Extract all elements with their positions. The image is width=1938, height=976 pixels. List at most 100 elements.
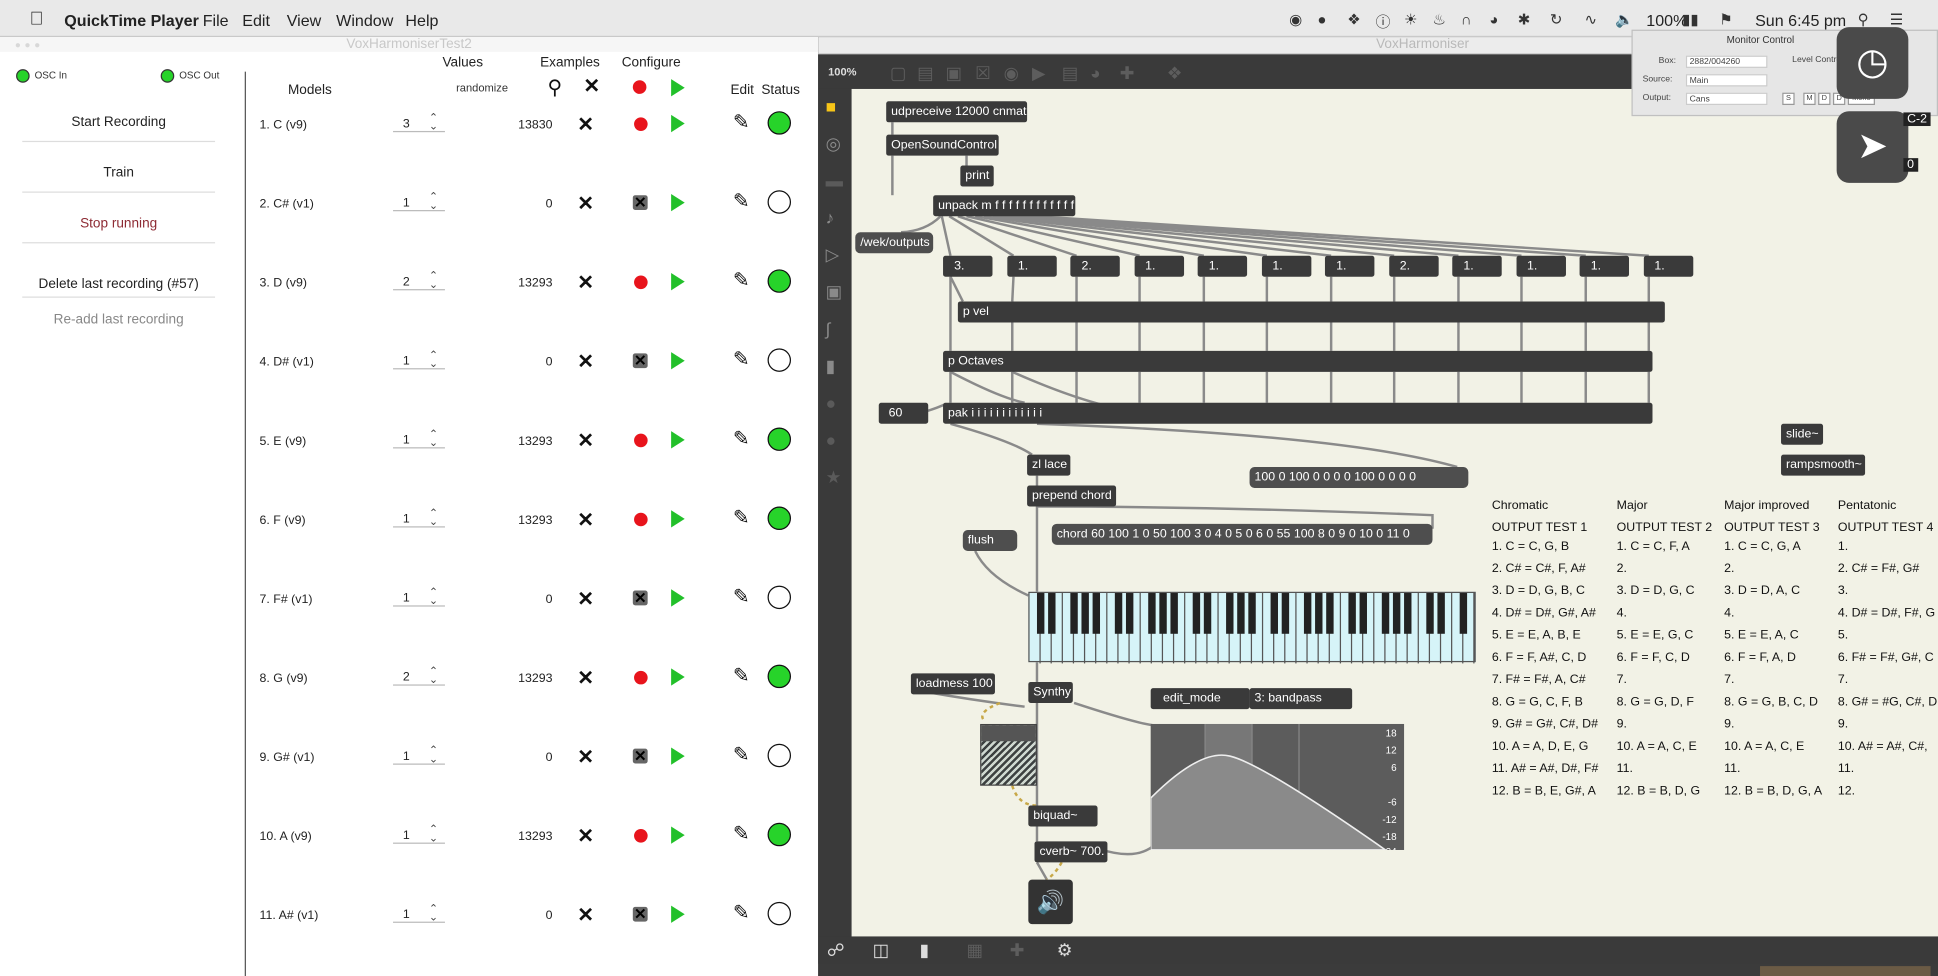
menu-file[interactable]: File — [203, 11, 229, 30]
run-model-icon[interactable] — [671, 668, 685, 686]
image-icon[interactable]: ▣ — [826, 282, 842, 303]
clock-widget-icon[interactable]: ◷ — [1836, 27, 1909, 99]
filter-graph[interactable]: 18 12 6 -6 -12 -18 -24 — [1150, 723, 1405, 850]
filter-type-menu[interactable]: 3: bandpass — [1249, 688, 1353, 710]
run-model-icon[interactable] — [671, 114, 685, 133]
speaker-icon[interactable]: 🔊 — [1028, 879, 1073, 925]
toggle-icon[interactable]: ☒ — [975, 63, 991, 84]
value-field[interactable]: 1 — [403, 750, 410, 764]
edit-pencil-icon[interactable]: ✎ — [733, 268, 750, 293]
edit-pencil-icon[interactable]: ✎ — [733, 347, 750, 372]
black-key[interactable] — [1459, 593, 1468, 634]
run-model-icon[interactable] — [671, 589, 685, 607]
run-model-icon[interactable] — [671, 510, 685, 528]
value-field[interactable]: 2 — [403, 671, 410, 685]
value-stepper[interactable]: 1 ⌃ ⌄ — [393, 586, 445, 607]
biquad-object[interactable]: biquad~ — [1028, 805, 1098, 827]
record-disabled-icon[interactable]: ✕ — [632, 195, 648, 211]
stepper-arrows-icon[interactable]: ⌃ ⌄ — [429, 744, 438, 764]
float-number-box[interactable]: 1. — [1452, 255, 1502, 277]
box-select[interactable]: 2882/004260 — [1685, 55, 1768, 68]
plug-icon[interactable]: ▮ — [826, 356, 836, 377]
record-disabled-icon[interactable]: ✕ — [632, 906, 648, 922]
float-number-box[interactable]: 2. — [1388, 255, 1439, 277]
value-field[interactable]: 1 — [403, 434, 410, 448]
lock-icon[interactable]: ☍ — [827, 940, 845, 961]
black-key[interactable] — [1125, 593, 1134, 634]
clock[interactable]: Sun 6:45 pm — [1755, 11, 1846, 30]
delete-examples-icon[interactable]: ✕ — [577, 271, 594, 296]
black-key[interactable] — [1070, 593, 1078, 634]
solo-button[interactable]: S — [1782, 92, 1795, 106]
edit-pencil-icon[interactable]: ✎ — [733, 110, 750, 135]
run-model-icon[interactable] — [671, 826, 685, 844]
value-field[interactable]: 3 — [403, 117, 410, 131]
stepper-arrows-icon[interactable]: ⌃ ⌄ — [429, 270, 438, 290]
edit-pencil-icon[interactable]: ✎ — [733, 505, 750, 530]
run-model-icon[interactable] — [671, 193, 685, 212]
pak-object[interactable]: pak i i i i i i i i i i i i — [943, 402, 1653, 424]
delete-examples-icon[interactable]: ✕ — [577, 745, 594, 770]
black-key[interactable] — [1281, 593, 1290, 634]
black-key[interactable] — [1170, 593, 1178, 634]
menu-view[interactable]: View — [287, 11, 322, 30]
black-key[interactable] — [1437, 593, 1445, 634]
time-machine-icon[interactable]: ↻ — [1550, 11, 1562, 28]
stepper-arrows-icon[interactable]: ⌃ ⌄ — [429, 507, 438, 527]
stepper-arrows-icon[interactable]: ⌃ ⌄ — [429, 586, 438, 606]
dial-icon[interactable]: ◕ — [1090, 63, 1100, 83]
value-stepper[interactable]: 2 ⌃ ⌄ — [393, 270, 445, 291]
stepper-arrows-icon[interactable]: ⌃ ⌄ — [429, 823, 438, 843]
float-number-box[interactable]: 3. — [943, 255, 993, 277]
info-status-icon[interactable]: ⓘ — [1376, 11, 1391, 32]
unpack-object[interactable]: unpack m f f f f f f f f f f f f — [933, 195, 1076, 217]
delete-last-recording-button[interactable]: Delete last recording (#57) — [22, 277, 215, 292]
panel-icon[interactable]: ▬ — [826, 170, 843, 190]
float-number-box[interactable]: 2. — [1070, 255, 1120, 277]
black-key[interactable] — [1326, 593, 1334, 634]
new-object-icon[interactable]: ▢ — [890, 63, 906, 84]
search-all-icon[interactable]: ⚲ — [548, 75, 562, 100]
value-stepper[interactable]: 3 ⌃ ⌄ — [393, 112, 445, 133]
dropbox-icon[interactable]: ❖ — [1347, 11, 1360, 28]
value-stepper[interactable]: 1 ⌃ ⌄ — [393, 349, 445, 370]
vst-icon[interactable]: ● — [826, 393, 836, 413]
record-enabled-icon[interactable] — [634, 670, 648, 685]
edit-pencil-icon[interactable]: ✎ — [733, 663, 750, 688]
tool-status-icon[interactable]: ◕ — [1489, 11, 1498, 28]
value-field[interactable]: 2 — [403, 276, 410, 290]
black-key[interactable] — [1048, 593, 1056, 634]
keyboard-slider[interactable] — [1028, 591, 1476, 664]
rampsmooth-object[interactable]: rampsmooth~ — [1781, 454, 1866, 476]
record-all-icon[interactable] — [632, 80, 647, 94]
stop-running-button[interactable]: Stop running — [22, 216, 215, 231]
play-object-icon[interactable]: ▶ — [1032, 63, 1045, 84]
value-field[interactable]: 1 — [403, 355, 410, 369]
cube-icon[interactable]: ■ — [826, 96, 836, 116]
value-stepper[interactable]: 1 ⌃ ⌄ — [393, 744, 445, 765]
comment-bubble-icon[interactable]: ▮ — [920, 940, 930, 961]
value-field[interactable]: 1 — [403, 196, 410, 210]
slider-icon[interactable]: ▤ — [1062, 63, 1078, 84]
black-key[interactable] — [1404, 593, 1412, 634]
source-select[interactable]: Main — [1685, 74, 1768, 87]
black-key[interactable] — [1248, 593, 1256, 634]
value-stepper[interactable]: 1 ⌃ ⌄ — [393, 902, 445, 923]
button-icon[interactable]: ◉ — [1004, 63, 1019, 84]
value-field[interactable]: 1 — [403, 829, 410, 843]
edit-pencil-icon[interactable]: ✎ — [733, 822, 750, 847]
black-key[interactable] — [1192, 593, 1201, 634]
edit-pencil-icon[interactable]: ✎ — [733, 426, 750, 451]
slide-object[interactable]: slide~ — [1781, 423, 1824, 445]
loadmess-object[interactable]: loadmess 100 — [910, 673, 995, 695]
notification-center-icon[interactable]: ☰ — [1890, 11, 1903, 28]
run-model-icon[interactable] — [671, 273, 685, 291]
value-stepper[interactable]: 2 ⌃ ⌄ — [393, 665, 445, 686]
float-number-box[interactable]: 1. — [1515, 255, 1566, 277]
gain-slider-handle[interactable] — [981, 725, 1036, 742]
send-widget-icon[interactable]: ➤ — [1836, 111, 1909, 183]
delete-examples-icon[interactable]: ✕ — [577, 824, 594, 849]
presentation-icon[interactable]: ◫ — [873, 940, 889, 961]
wifi-icon[interactable]: ∿ — [1585, 11, 1597, 28]
delete-examples-icon[interactable]: ✕ — [577, 666, 594, 691]
